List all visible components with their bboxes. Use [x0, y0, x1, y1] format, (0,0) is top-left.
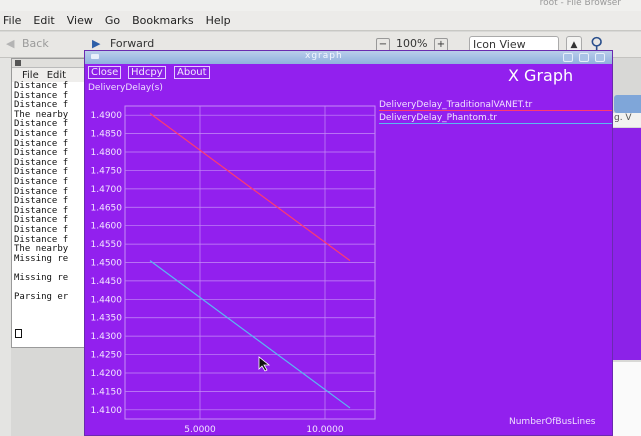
legend-line-phantom — [379, 123, 612, 124]
terminal-cursor — [15, 329, 22, 338]
mouse-pointer-icon — [258, 356, 271, 372]
menu-file[interactable]: File — [3, 14, 21, 27]
plot-area: 1.4900 1.4850 1.4800 1.4750 1.4700 1.4650 1.46… — [91, 105, 376, 435]
legend-entry-phantom: DeliveryDelay_Phantom.tr — [379, 113, 497, 123]
y-tick-label: 1.4750 — [91, 166, 123, 176]
x-tick-label: 10.0000 — [306, 425, 343, 435]
y-tick-label: 1.4200 — [91, 369, 123, 379]
y-tick-label: 1.4350 — [91, 314, 123, 324]
terminal-menu-edit[interactable]: Edit — [47, 70, 66, 81]
terminal-output[interactable]: Distance f Distance f Distance f The nearby… — [12, 81, 88, 303]
y-tick-label: 1.4800 — [91, 148, 123, 158]
file-manager-right-pane — [612, 128, 641, 360]
terminal-line: Missing re — [14, 272, 69, 283]
forward-button[interactable]: Forward — [110, 37, 154, 50]
menu-help[interactable]: Help — [206, 14, 231, 27]
legend-line-traditional — [379, 110, 612, 111]
y-tick-label: 1.4500 — [91, 259, 123, 269]
y-tick-label: 1.4250 — [91, 351, 123, 361]
file-manager-right-label: g. V — [612, 113, 641, 127]
desktop-top-strip: root - File Browser — [0, 0, 641, 11]
y-tick-label: 1.4700 — [91, 185, 123, 195]
terminal-menu-file[interactable]: File — [22, 70, 39, 81]
menu-bookmarks[interactable]: Bookmarks — [132, 14, 193, 27]
y-tick-label: 1.4450 — [91, 277, 123, 287]
terminal-line: Missing re — [14, 253, 69, 264]
legend-entry-traditional: DeliveryDelay_TraditionalVANET.tr — [379, 100, 533, 110]
y-tick-label: 1.4900 — [91, 111, 123, 121]
terminal-window: File Edit Distance f Distance f Distance f… — [11, 58, 89, 348]
file-manager-title: root - File Browser — [539, 0, 621, 8]
menu-edit[interactable]: Edit — [33, 14, 54, 27]
y-tick-label: 1.4850 — [91, 130, 123, 140]
y-tick-label: 1.4550 — [91, 240, 123, 250]
y-tick-label: 1.4150 — [91, 387, 123, 397]
x-tick-label: 5.0000 — [184, 425, 216, 435]
terminal-titlebar[interactable] — [12, 59, 88, 68]
back-arrow-icon[interactable]: ◀ — [6, 37, 14, 50]
series-line-1 — [149, 260, 351, 409]
file-manager-right-tab[interactable] — [614, 95, 641, 113]
terminal-line: Parsing er — [14, 292, 69, 303]
series-line-0 — [149, 112, 351, 262]
forward-arrow-icon[interactable]: ▶ — [92, 37, 100, 50]
y-tick-label: 1.4650 — [91, 203, 123, 213]
y-tick-label: 1.4600 — [91, 222, 123, 232]
zoom-level: 100% — [396, 37, 428, 50]
file-manager-sidebar-edge — [0, 58, 11, 436]
back-button[interactable]: Back — [22, 37, 49, 50]
menu-go[interactable]: Go — [105, 14, 120, 27]
terminal-menubar: File Edit — [12, 68, 88, 82]
menu-view[interactable]: View — [67, 14, 93, 27]
y-tick-label: 1.4400 — [91, 295, 123, 305]
y-tick-label: 1.4100 — [91, 406, 123, 416]
file-manager-menubar: File Edit View Go Bookmarks Help — [0, 11, 641, 31]
file-manager-right-blank — [612, 362, 641, 436]
terminal-menu-icon[interactable] — [15, 60, 21, 66]
y-tick-label: 1.4300 — [91, 332, 123, 342]
xgraph-window: xgraph Close Hdcpy About X Graph Deliver… — [84, 50, 613, 436]
